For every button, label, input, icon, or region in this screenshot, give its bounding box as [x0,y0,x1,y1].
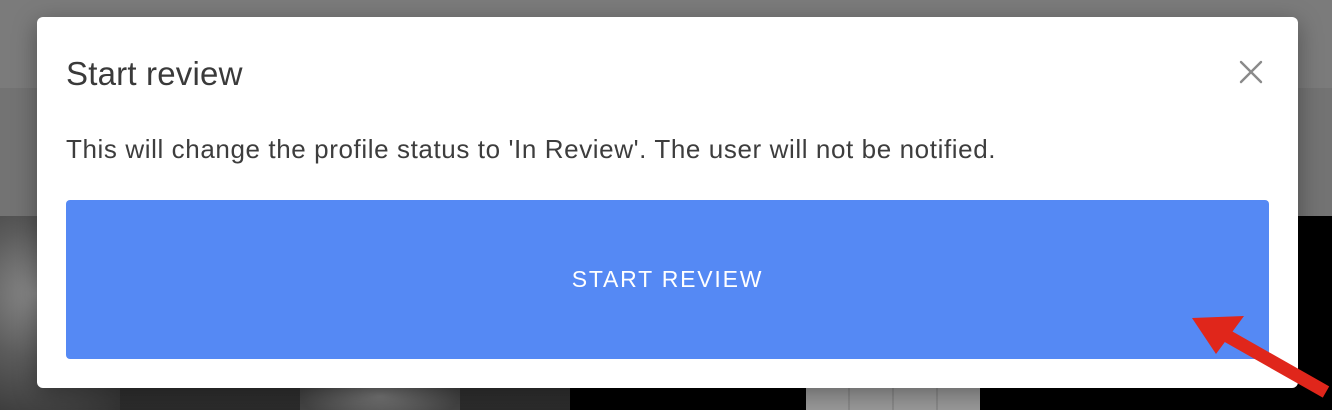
start-review-dialog: Start review This will change the profil… [37,17,1298,388]
app-screen: Start review This will change the profil… [0,0,1332,410]
close-icon [1239,60,1263,84]
dialog-title: Start review [66,55,243,92]
close-button[interactable] [1238,59,1264,85]
start-review-button[interactable]: START REVIEW [66,200,1269,359]
dialog-message: This will change the profile status to '… [66,134,997,164]
